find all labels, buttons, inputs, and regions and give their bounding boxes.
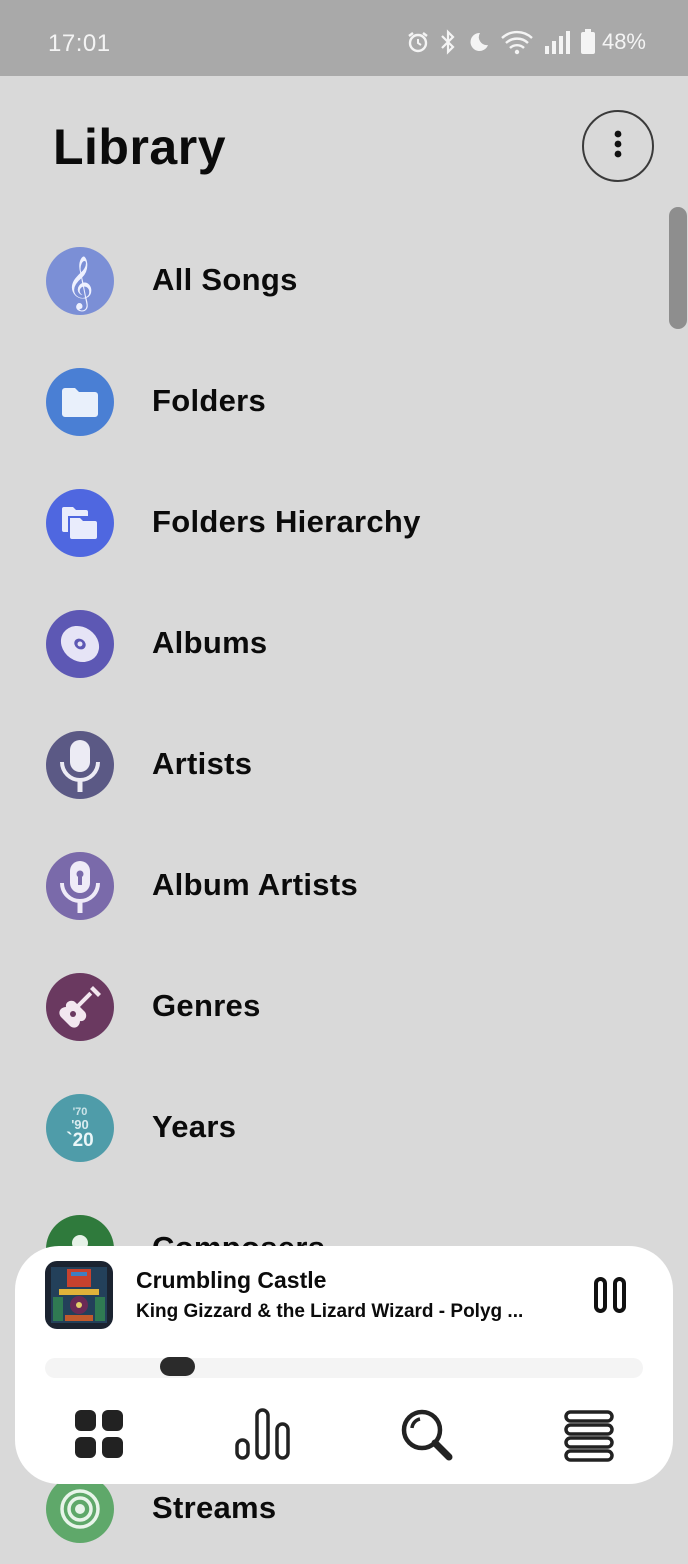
streams-icon <box>46 1475 114 1543</box>
grid-icon <box>71 1406 127 1462</box>
scrollbar-thumb[interactable] <box>669 207 687 329</box>
nav-queue-button[interactable] <box>561 1406 617 1462</box>
library-item-folders[interactable]: Folders <box>0 347 660 457</box>
library-item-label: Folders Hierarchy <box>152 504 421 539</box>
library-item-label: Years <box>152 1109 237 1144</box>
progress-thumb[interactable] <box>160 1357 195 1376</box>
track-title: Crumbling Castle <box>136 1267 327 1293</box>
library-item-label: Album Artists <box>152 867 358 902</box>
alarm-icon <box>406 30 430 54</box>
more-vertical-icon <box>613 129 623 164</box>
page-title: Library <box>53 119 227 175</box>
library-item-label: Folders <box>152 383 267 418</box>
nav-charts-button[interactable] <box>234 1406 290 1462</box>
library-item-years[interactable]: '70 '90 `20 Years <box>0 1073 660 1183</box>
library-item-all-songs[interactable]: 𝄞 All Songs <box>0 226 660 336</box>
status-time: 17:01 <box>48 30 111 57</box>
library-item-artists[interactable]: Artists <box>0 710 660 820</box>
signal-icon <box>544 30 570 54</box>
years-badge-line: `20 <box>66 1129 94 1151</box>
treble-clef-icon: 𝄞 <box>46 247 114 315</box>
years-badge-line: '70 <box>72 1105 88 1118</box>
more-options-button[interactable] <box>582 110 654 182</box>
progress-track[interactable] <box>45 1358 643 1378</box>
library-item-folders-hierarchy[interactable]: Folders Hierarchy <box>0 468 660 578</box>
guitar-icon <box>46 973 114 1041</box>
battery-percentage: 48% <box>601 29 646 54</box>
search-icon <box>398 1406 454 1462</box>
folder-hierarchy-icon <box>46 489 114 557</box>
wifi-icon <box>500 29 534 55</box>
track-subtitle: King Gizzard & the Lizard Wizard - Polyg… <box>136 1301 524 1322</box>
library-item-label: Albums <box>152 625 268 660</box>
library-item-albums[interactable]: Albums <box>0 589 660 699</box>
nav-search-button[interactable] <box>398 1406 454 1462</box>
do-not-disturb-moon-icon <box>466 30 490 54</box>
years-badge-line: '90 <box>71 1116 89 1132</box>
status-icons: 48% <box>406 29 646 55</box>
years-icon: '70 '90 `20 <box>46 1094 114 1162</box>
library-item-genres[interactable]: Genres <box>0 952 660 1062</box>
battery-icon <box>580 29 596 55</box>
pause-button[interactable] <box>593 1276 627 1316</box>
podcast-mic-icon <box>46 852 114 920</box>
now-playing-panel[interactable]: Crumbling Castle King Gizzard & the Liza… <box>15 1246 673 1484</box>
folder-icon <box>46 368 114 436</box>
bluetooth-icon <box>440 29 456 55</box>
library-item-label: Streams <box>152 1490 277 1525</box>
library-item-album-artists[interactable]: Album Artists <box>0 831 660 941</box>
album-art[interactable] <box>45 1261 113 1329</box>
menu-lines-icon <box>561 1406 617 1462</box>
status-bar: 17:01 48% <box>0 0 688 76</box>
microphone-icon <box>46 731 114 799</box>
pause-icon <box>593 1277 627 1320</box>
library-item-label: All Songs <box>152 262 298 297</box>
library-item-label: Genres <box>152 988 261 1023</box>
nav-library-button[interactable] <box>71 1406 127 1462</box>
album-disc-icon <box>46 610 114 678</box>
bar-chart-icon <box>234 1406 290 1462</box>
library-item-label: Artists <box>152 746 253 781</box>
